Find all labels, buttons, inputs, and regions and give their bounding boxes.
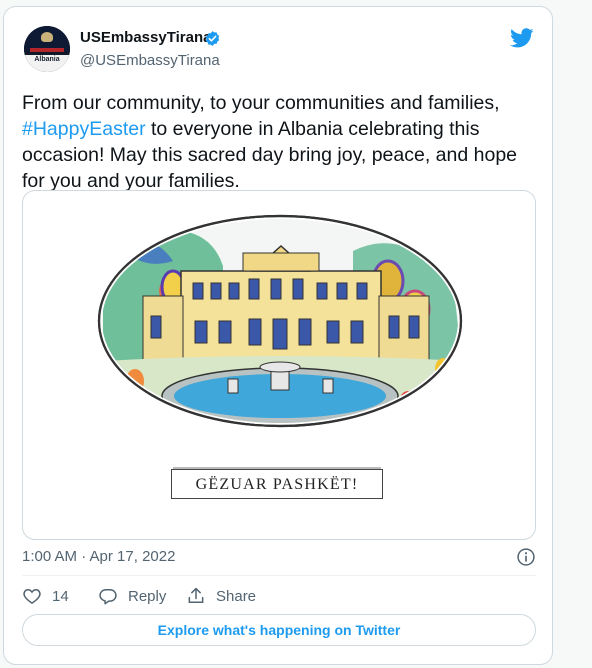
eagle-icon <box>41 32 53 42</box>
tweet-text: From our community, to your communities … <box>22 90 534 194</box>
greeting-banner: GËZUAR PASHKËT! <box>171 469 383 499</box>
twitter-bird-icon[interactable] <box>510 26 534 50</box>
avatar-label: Albania <box>34 56 60 63</box>
tweet-text-part: From our community, to your communities … <box>22 92 500 114</box>
author-display-name[interactable]: USEmbassyTirana <box>80 29 211 46</box>
like-button[interactable]: 14 <box>22 585 69 607</box>
reply-label: Reply <box>128 587 167 605</box>
share-button[interactable]: Share <box>186 585 256 607</box>
share-label: Share <box>216 587 257 605</box>
tweet-image[interactable]: GËZUAR PASHKËT! <box>22 190 536 540</box>
hashtag-link[interactable]: #HappyEaster <box>22 118 146 140</box>
divider <box>22 575 536 576</box>
avatar[interactable]: Albania <box>24 26 70 72</box>
greeting-text: GËZUAR PASHKËT! <box>195 476 359 493</box>
tweet-card: Albania USEmbassyTirana @USEmbassyTirana… <box>3 6 553 665</box>
reply-icon <box>99 589 117 605</box>
tweet-timestamp[interactable]: 1:00 AM · Apr 17, 2022 <box>22 548 175 565</box>
verified-badge-icon <box>205 31 220 46</box>
reply-button[interactable]: Reply <box>98 585 166 607</box>
share-icon <box>188 587 204 603</box>
author-handle[interactable]: @USEmbassyTirana <box>80 52 220 69</box>
heart-icon <box>23 588 41 604</box>
page-background-edge <box>582 0 592 668</box>
avatar-flag-band <box>30 48 64 52</box>
explore-twitter-button[interactable]: Explore what's happening on Twitter <box>22 614 536 646</box>
like-count: 14 <box>52 587 69 605</box>
info-icon[interactable] <box>516 547 536 567</box>
